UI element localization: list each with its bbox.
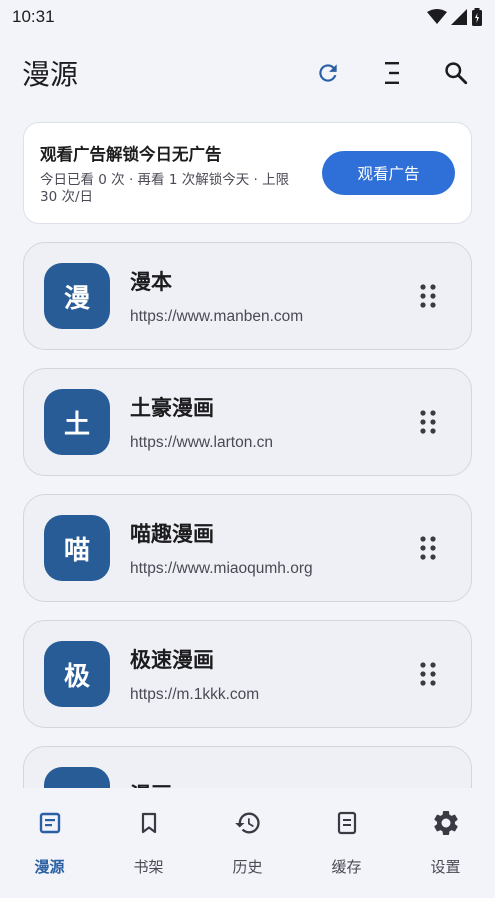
- source-name: 极速漫画: [130, 648, 214, 672]
- history-icon: [234, 812, 260, 834]
- status-bar: 10:31: [0, 0, 495, 34]
- refresh-icon: [319, 64, 337, 82]
- status-time: 10:31: [12, 7, 55, 26]
- source-avatar: 极: [44, 641, 110, 707]
- status-icons: [427, 8, 483, 26]
- nav-label: 缓存: [331, 858, 362, 876]
- sort-icon: [385, 62, 399, 84]
- nav-item-sources[interactable]: 漫源: [10, 806, 90, 877]
- source-avatar: 漫: [44, 263, 110, 329]
- source-avatar: 土: [44, 389, 110, 455]
- drag-handle-icon[interactable]: [413, 659, 443, 689]
- source-url: https://www.miaoqumh.org: [130, 560, 313, 577]
- signal-icon: [451, 9, 467, 25]
- source-info: 漫画manga: [130, 779, 413, 788]
- gear-icon: [433, 810, 458, 835]
- nav-item-cache[interactable]: 缓存: [307, 806, 387, 877]
- ad-title: 观看广告解锁今日无广告: [40, 144, 222, 164]
- ad-text: 观看广告解锁今日无广告 今日已看 0 次 · 再看 1 次解锁今天 · 上限 3…: [40, 141, 322, 206]
- bookmark-icon: [141, 812, 156, 834]
- drag-handle-icon[interactable]: [413, 533, 443, 563]
- drag-handle-icon[interactable]: [413, 407, 443, 437]
- source-name: 漫画manga: [130, 779, 413, 788]
- source-url: https://www.larton.cn: [130, 434, 274, 451]
- watch-ad-button[interactable]: 观看广告: [322, 151, 455, 195]
- source-info: 土豪漫画 https://www.larton.cn: [130, 392, 413, 452]
- wifi-icon: [427, 9, 447, 24]
- nav-label: 书架: [133, 858, 164, 876]
- source-info: 喵趣漫画 https://www.miaoqumh.org: [130, 518, 413, 578]
- sort-button[interactable]: [375, 56, 409, 90]
- source-name: 漫本: [130, 270, 172, 294]
- nav-item-history[interactable]: 历史: [208, 806, 288, 877]
- refresh-button[interactable]: [311, 56, 345, 90]
- source-name: 喵趣漫画: [130, 522, 214, 546]
- app-actions: [311, 56, 473, 90]
- source-avatar: 喵: [44, 515, 110, 581]
- nav-label: 历史: [232, 858, 263, 876]
- ad-card: 观看广告解锁今日无广告 今日已看 0 次 · 再看 1 次解锁今天 · 上限 3…: [23, 122, 472, 224]
- source-info: 极速漫画 https://m.1kkk.com: [130, 644, 413, 704]
- source-name: 土豪漫画: [130, 396, 214, 420]
- source-list-area[interactable]: 观看广告解锁今日无广告 今日已看 0 次 · 再看 1 次解锁今天 · 上限 3…: [0, 110, 495, 788]
- search-button[interactable]: [439, 56, 473, 90]
- nav-item-bookshelf[interactable]: 书架: [109, 806, 189, 877]
- source-info: 漫本 https://www.manben.com: [130, 266, 413, 326]
- app-bar: 漫源: [0, 44, 495, 102]
- search-icon: [445, 62, 468, 85]
- source-card[interactable]: 极 极速漫画 https://m.1kkk.com: [23, 620, 472, 728]
- page-title: 漫源: [22, 58, 79, 91]
- source-url: https://www.manben.com: [130, 308, 304, 325]
- ad-description: 今日已看 0 次 · 再看 1 次解锁今天 · 上限 30 次/日: [40, 171, 290, 205]
- source-card[interactable]: 漫 漫画manga: [23, 746, 472, 788]
- nav-label: 漫源: [34, 858, 65, 876]
- source-card[interactable]: 喵 喵趣漫画 https://www.miaoqumh.org: [23, 494, 472, 602]
- source-url: https://m.1kkk.com: [130, 686, 260, 703]
- download-icon: [337, 811, 356, 835]
- bottom-nav: 漫源 书架 历史 缓存 设置: [0, 788, 495, 898]
- drag-handle-icon[interactable]: [413, 281, 443, 311]
- nav-item-settings[interactable]: 设置: [406, 806, 486, 877]
- source-card[interactable]: 漫 漫本 https://www.manben.com: [23, 242, 472, 350]
- source-icon: [39, 812, 60, 834]
- battery-icon: [472, 8, 482, 26]
- nav-label: 设置: [430, 858, 461, 876]
- source-avatar: 漫: [44, 767, 110, 788]
- source-card[interactable]: 土 土豪漫画 https://www.larton.cn: [23, 368, 472, 476]
